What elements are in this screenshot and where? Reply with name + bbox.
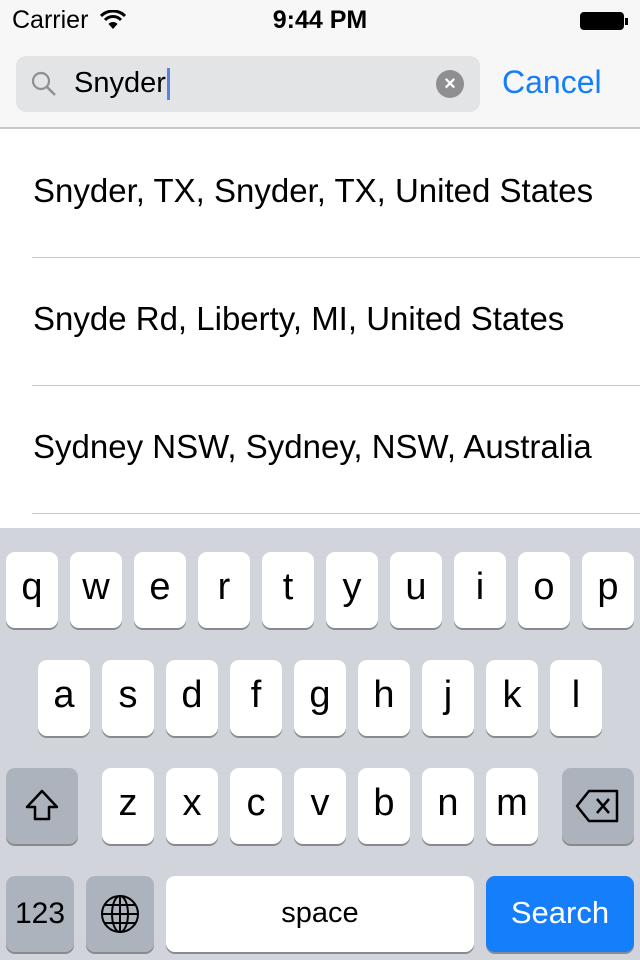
key-m[interactable]: m — [486, 768, 538, 844]
key-j[interactable]: j — [422, 660, 474, 736]
search-icon — [31, 71, 56, 96]
results-list: Snyder, TX, Snyder, TX, United States Sn… — [0, 130, 640, 514]
shift-key[interactable] — [6, 768, 78, 844]
list-item[interactable]: Sydney NSW, Sydney, NSW, Australia — [0, 386, 640, 514]
shift-icon — [25, 789, 59, 821]
list-item[interactable]: Snyde Rd, Liberty, MI, United States — [0, 258, 640, 386]
key-h[interactable]: h — [358, 660, 410, 736]
search-value: Snyder — [74, 67, 166, 99]
key-o[interactable]: o — [518, 552, 570, 628]
key-x[interactable]: x — [166, 768, 218, 844]
key-k[interactable]: k — [486, 660, 538, 736]
key-e[interactable]: e — [134, 552, 186, 628]
carrier-label: Carrier — [12, 6, 89, 34]
key-b[interactable]: b — [358, 768, 410, 844]
globe-key[interactable] — [86, 876, 154, 952]
cancel-button[interactable]: Cancel — [502, 64, 602, 101]
wifi-icon — [100, 10, 126, 29]
globe-icon — [101, 895, 139, 933]
key-g[interactable]: g — [294, 660, 346, 736]
key-z[interactable]: z — [102, 768, 154, 844]
text-caret — [166, 68, 170, 101]
search-input[interactable]: Snyder × — [16, 56, 480, 112]
key-f[interactable]: f — [230, 660, 282, 736]
key-s[interactable]: s — [102, 660, 154, 736]
key-i[interactable]: i — [454, 552, 506, 628]
space-key[interactable]: space — [166, 876, 474, 952]
key-y[interactable]: y — [326, 552, 378, 628]
key-a[interactable]: a — [38, 660, 90, 736]
key-q[interactable]: q — [6, 552, 58, 628]
delete-key[interactable] — [562, 768, 634, 844]
search-key[interactable]: Search — [486, 876, 634, 952]
key-p[interactable]: p — [582, 552, 634, 628]
numbers-key[interactable]: 123 — [6, 876, 74, 952]
key-v[interactable]: v — [294, 768, 346, 844]
key-r[interactable]: r — [198, 552, 250, 628]
time-label: 9:44 PM — [272, 6, 368, 34]
clear-icon[interactable]: × — [436, 70, 464, 98]
key-n[interactable]: n — [422, 768, 474, 844]
battery-icon — [580, 12, 628, 30]
delete-icon — [575, 789, 619, 823]
key-w[interactable]: w — [70, 552, 122, 628]
key-u[interactable]: u — [390, 552, 442, 628]
key-t[interactable]: t — [262, 552, 314, 628]
list-item[interactable]: Snyder, TX, Snyder, TX, United States — [0, 130, 640, 258]
header: Carrier 9:44 PM Snyder × Cancel — [0, 0, 640, 129]
keyboard: 123 space Search qwertyuiop asdfghjkl zxcv… — [0, 528, 640, 960]
key-d[interactable]: d — [166, 660, 218, 736]
key-l[interactable]: l — [550, 660, 602, 736]
key-c[interactable]: c — [230, 768, 282, 844]
